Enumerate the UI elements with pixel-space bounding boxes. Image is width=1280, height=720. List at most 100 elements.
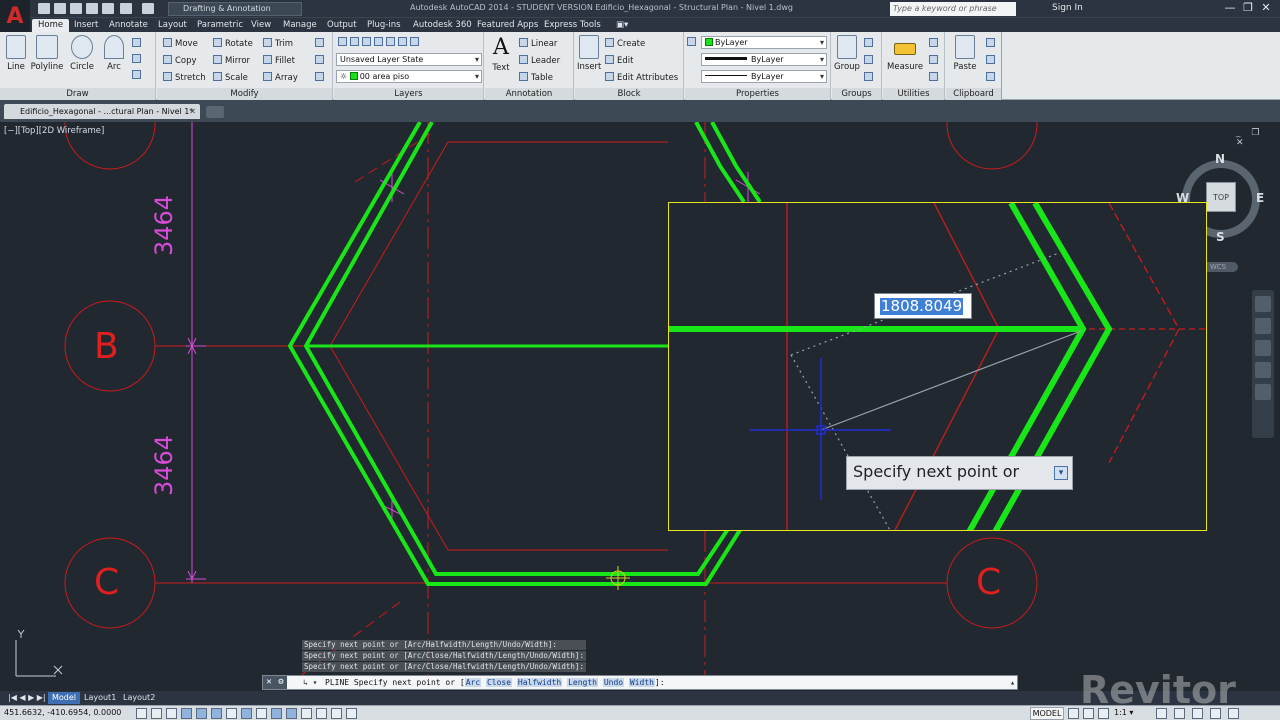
zoom-icon[interactable] (1255, 340, 1271, 356)
workspace-dropdown[interactable]: Drafting & Annotation (168, 2, 302, 16)
layer-state-select[interactable]: Unsaved Layer State (336, 53, 482, 66)
insert-tool[interactable]: Insert (577, 35, 601, 72)
stretch-button[interactable]: Stretch (163, 72, 206, 83)
minimize-button[interactable]: — (1222, 2, 1238, 15)
linear-dimension-button[interactable]: Linear (519, 38, 557, 49)
cut-button[interactable] (986, 38, 998, 49)
tab-insert[interactable]: Insert (68, 19, 104, 32)
tab-panels-toggle[interactable]: ▣▾ (610, 19, 634, 32)
explode-button[interactable] (315, 55, 327, 66)
layer-properties-button[interactable] (338, 37, 422, 48)
properties-panel-title[interactable]: Properties (685, 88, 830, 100)
option-close[interactable]: Close (485, 678, 513, 687)
rectangle-button[interactable] (132, 38, 144, 49)
polar-tracking-icon[interactable] (196, 708, 207, 719)
tab-view[interactable]: View (245, 19, 277, 32)
expand-history-icon[interactable]: ▴ (1010, 676, 1015, 689)
draw-panel-title[interactable]: Draw (0, 88, 155, 100)
match-button[interactable] (986, 72, 998, 83)
new-file-tab-button[interactable] (206, 106, 224, 118)
file-tab-close-icon[interactable]: ✕ (189, 104, 196, 119)
restore-button[interactable]: ❐ (1240, 2, 1256, 15)
array-button[interactable]: Array (263, 72, 298, 83)
lineweight-icon[interactable] (286, 708, 297, 719)
transparency-icon[interactable] (301, 708, 312, 719)
annotation-monitor-icon[interactable] (346, 708, 357, 719)
ellipse-button[interactable] (132, 70, 144, 81)
open-icon[interactable] (54, 3, 66, 14)
dynamic-input-icon[interactable] (271, 708, 282, 719)
circle-tool[interactable]: Circle (68, 35, 96, 72)
match-properties-button[interactable] (687, 37, 699, 48)
viewcube-top-face[interactable]: TOP (1206, 182, 1236, 212)
save-icon[interactable] (70, 3, 82, 14)
search-input[interactable]: Type a keyword or phrase (890, 2, 1016, 16)
linetype-select[interactable]: ByLayer (701, 70, 827, 83)
object-snap-tracking-icon[interactable] (241, 708, 252, 719)
save-as-icon[interactable] (86, 3, 98, 14)
option-undo[interactable]: Undo (602, 678, 625, 687)
selection-cycling-icon[interactable] (331, 708, 342, 719)
ungroup-button[interactable] (864, 38, 876, 49)
tab-layout1[interactable]: Layout1 (80, 692, 120, 704)
arc-tool[interactable]: Arc (100, 35, 128, 72)
option-length[interactable]: Length (567, 678, 598, 687)
groups-panel-title[interactable]: Groups (832, 88, 881, 100)
close-button[interactable]: ✕ (1258, 2, 1274, 15)
group-edit-button[interactable] (864, 55, 876, 66)
ortho-mode-icon[interactable] (181, 708, 192, 719)
color-select[interactable]: ByLayer (701, 36, 827, 49)
showmotion-icon[interactable] (1255, 384, 1271, 400)
utilities-panel-title[interactable]: Utilities (883, 88, 944, 100)
command-line-close-icon[interactable]: ✕ (263, 676, 275, 689)
rotate-button[interactable]: Rotate (213, 38, 253, 49)
steering-wheel-icon[interactable] (1255, 296, 1271, 312)
redo-icon[interactable] (142, 3, 154, 14)
recent-commands-dropdown[interactable]: ↳ ▾ (303, 676, 317, 689)
command-line[interactable]: ✕ ⚙ ↳ ▾ PLINE Specify next point or [Arc… (262, 675, 1018, 690)
application-menu-button[interactable]: A (0, 0, 30, 36)
option-width[interactable]: Width (628, 678, 655, 687)
mirror-button[interactable]: Mirror (213, 55, 250, 66)
compass-n[interactable]: N (1215, 152, 1225, 166)
plot-icon[interactable] (102, 3, 114, 14)
calculator-button[interactable] (929, 55, 941, 66)
create-block-button[interactable]: Create (605, 38, 645, 49)
navigation-bar[interactable] (1252, 290, 1274, 438)
hatch-button[interactable] (132, 54, 144, 65)
id-point-button[interactable] (929, 72, 941, 83)
group-select-button[interactable] (864, 72, 876, 83)
tab-manage[interactable]: Manage (277, 19, 323, 32)
layers-panel-title[interactable]: Layers (334, 88, 483, 100)
modify-panel-title[interactable]: Modify (157, 88, 332, 100)
text-tool[interactable]: A Text (489, 35, 513, 73)
quick-view-layouts-icon[interactable] (1068, 708, 1079, 719)
table-button[interactable]: Table (519, 72, 553, 83)
edit-attributes-button[interactable]: Edit Attributes (605, 72, 678, 83)
compass-s[interactable]: S (1216, 230, 1225, 244)
tab-parametric[interactable]: Parametric (191, 19, 249, 32)
new-icon[interactable] (38, 3, 50, 14)
erase-button[interactable] (315, 38, 327, 49)
measure-tool[interactable]: Measure (887, 35, 923, 72)
tab-home[interactable]: Home (32, 19, 70, 32)
tab-model[interactable]: Model (48, 692, 81, 704)
layout-nav-icon[interactable]: |◀ ◀ ▶ ▶| (4, 692, 50, 704)
undo-icon[interactable] (120, 3, 132, 14)
tab-plugins[interactable]: Plug-ins (361, 19, 407, 32)
fillet-button[interactable]: Fillet (263, 55, 295, 66)
model-space-button[interactable]: MODEL (1030, 707, 1064, 720)
group-tool[interactable]: Group (834, 35, 860, 72)
annotation-panel-title[interactable]: Annotation (485, 88, 573, 100)
line-tool[interactable]: Line (4, 35, 28, 72)
tab-layout[interactable]: Layout (152, 19, 193, 32)
object-snap-icon[interactable] (211, 708, 222, 719)
coordinate-display[interactable]: 451.6632, -410.6954, 0.0000 (4, 708, 121, 717)
allow-ucs-icon[interactable] (256, 708, 267, 719)
leader-button[interactable]: Leader (519, 55, 560, 66)
offset-button[interactable] (315, 72, 327, 83)
file-tab-active[interactable]: Edificio_Hexagonal - ...ctural Plan - Ni… (4, 104, 200, 119)
3d-osnap-icon[interactable] (226, 708, 237, 719)
grid-display-icon[interactable] (166, 708, 177, 719)
copy-clip-button[interactable] (986, 55, 998, 66)
